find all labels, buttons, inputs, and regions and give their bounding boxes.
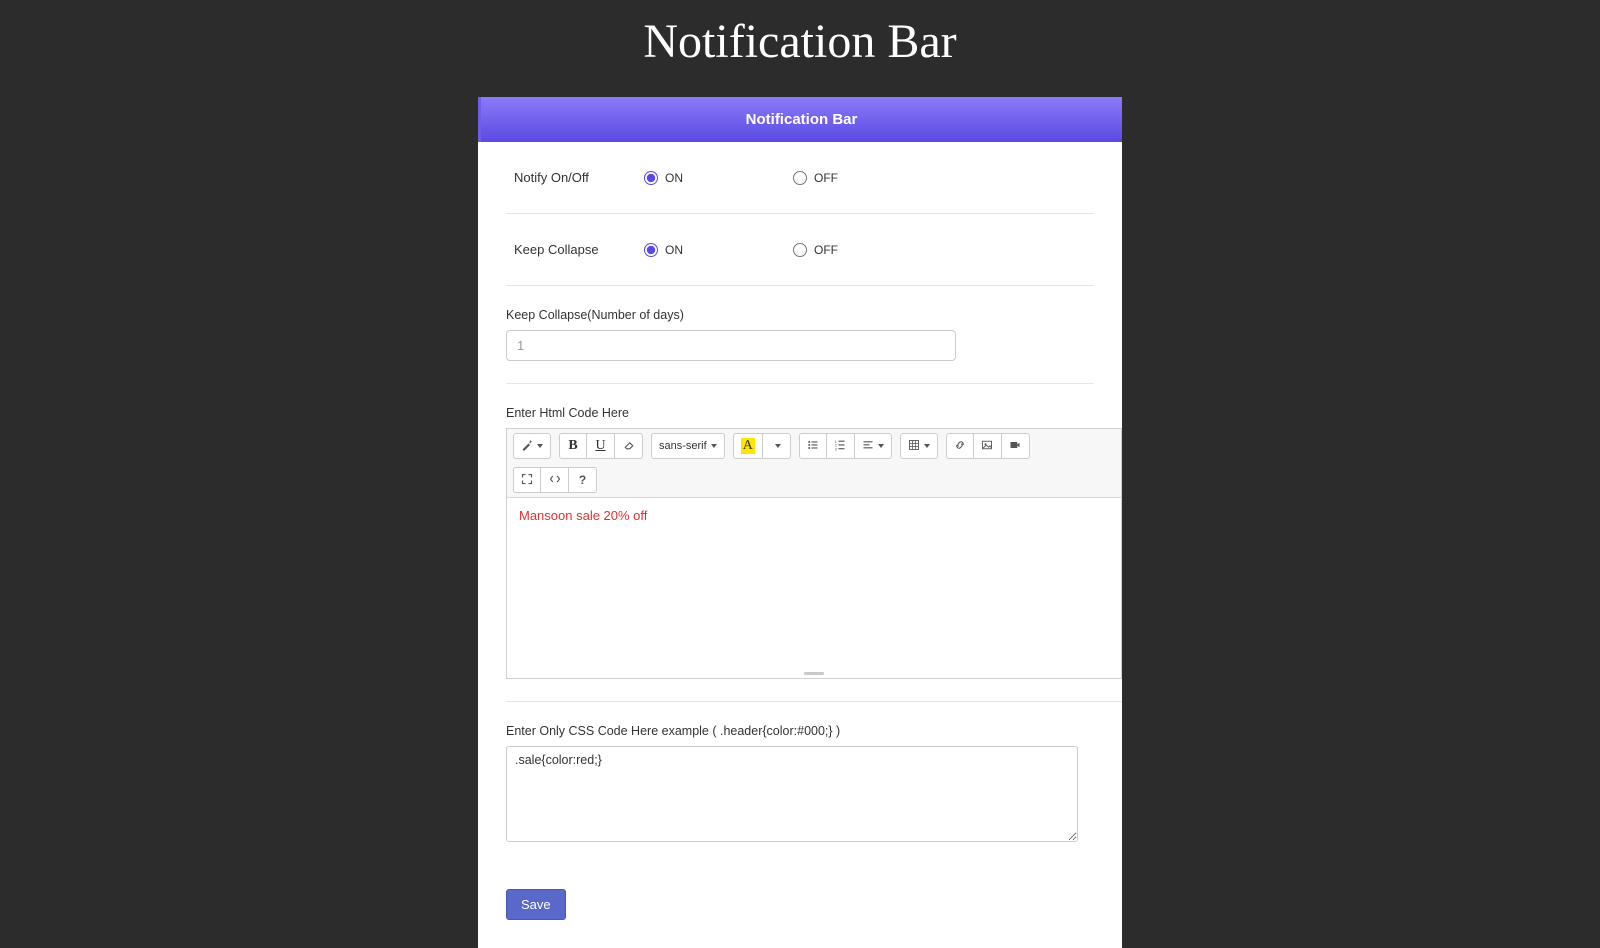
clear-format-button[interactable] bbox=[615, 433, 643, 459]
font-family-group: sans-serif bbox=[651, 433, 725, 459]
panel-body: Notify On/Off ON OFF Keep Collapse ON bbox=[478, 142, 1122, 948]
svg-text:3: 3 bbox=[835, 447, 837, 451]
notify-on-option[interactable]: ON bbox=[644, 171, 683, 185]
font-color-icon: A bbox=[741, 438, 755, 454]
notify-off-radio[interactable] bbox=[793, 171, 807, 185]
format-group: B U bbox=[559, 433, 643, 459]
eraser-icon bbox=[623, 439, 635, 454]
magic-icon bbox=[521, 439, 533, 454]
paragraph-dropdown[interactable] bbox=[855, 433, 892, 459]
caret-icon bbox=[878, 444, 884, 448]
panel-header: Notification Bar bbox=[478, 97, 1122, 142]
table-group bbox=[900, 433, 938, 459]
caret-icon bbox=[537, 444, 543, 448]
notify-off-option[interactable]: OFF bbox=[793, 171, 838, 185]
notify-on-label: ON bbox=[665, 171, 683, 185]
collapse-off-label: OFF bbox=[814, 243, 838, 257]
editor-text: Mansoon sale 20% off bbox=[519, 508, 647, 523]
help-icon: ? bbox=[579, 473, 586, 487]
notify-row: Notify On/Off ON OFF bbox=[506, 142, 1094, 214]
code-view-button[interactable] bbox=[541, 467, 569, 493]
collapse-on-label: ON bbox=[665, 243, 683, 257]
css-code-section: Enter Only CSS Code Here example ( .head… bbox=[506, 702, 1094, 869]
insert-group bbox=[946, 433, 1030, 459]
settings-panel: Notification Bar Notify On/Off ON OFF Ke… bbox=[478, 97, 1122, 948]
collapse-days-input[interactable] bbox=[506, 330, 956, 361]
help-button[interactable]: ? bbox=[569, 467, 597, 493]
font-family-value: sans-serif bbox=[659, 440, 707, 452]
collapse-on-option[interactable]: ON bbox=[644, 243, 683, 257]
bold-button[interactable]: B bbox=[559, 433, 587, 459]
caret-icon bbox=[775, 444, 781, 448]
save-button[interactable]: Save bbox=[506, 889, 566, 920]
underline-button[interactable]: U bbox=[587, 433, 615, 459]
bullet-list-button[interactable] bbox=[799, 433, 827, 459]
align-icon bbox=[862, 439, 874, 454]
collapse-days-section: Keep Collapse(Number of days) bbox=[506, 286, 1094, 384]
html-code-label: Enter Html Code Here bbox=[506, 406, 1122, 420]
editor-resize-handle[interactable] bbox=[507, 668, 1121, 678]
fullscreen-button[interactable] bbox=[513, 467, 541, 493]
editor-toolbar: B U sans-serif bbox=[507, 429, 1121, 498]
notify-radio-group: ON OFF bbox=[644, 171, 838, 185]
notify-on-radio[interactable] bbox=[644, 171, 658, 185]
font-color-more-button[interactable] bbox=[763, 433, 791, 459]
resize-handle-icon bbox=[804, 672, 824, 675]
video-icon bbox=[1009, 439, 1021, 454]
underline-icon: U bbox=[595, 438, 605, 454]
page-title: Notification Bar bbox=[0, 0, 1600, 69]
collapse-radio-group: ON OFF bbox=[644, 243, 838, 257]
collapse-off-option[interactable]: OFF bbox=[793, 243, 838, 257]
table-icon bbox=[908, 439, 920, 454]
list-group: 123 bbox=[799, 433, 892, 459]
number-list-button[interactable]: 123 bbox=[827, 433, 855, 459]
caret-icon bbox=[711, 444, 717, 448]
number-list-icon: 123 bbox=[834, 439, 846, 454]
collapse-on-radio[interactable] bbox=[644, 243, 658, 257]
video-button[interactable] bbox=[1002, 433, 1030, 459]
link-button[interactable] bbox=[946, 433, 974, 459]
code-icon bbox=[549, 473, 561, 488]
collapse-row: Keep Collapse ON OFF bbox=[506, 214, 1094, 286]
css-code-textarea[interactable] bbox=[506, 746, 1078, 842]
caret-icon bbox=[924, 444, 930, 448]
style-group bbox=[513, 433, 551, 459]
font-color-button[interactable]: A bbox=[733, 433, 763, 459]
fullscreen-icon bbox=[521, 473, 533, 488]
editor-content-area[interactable]: Mansoon sale 20% off bbox=[507, 498, 1121, 668]
table-dropdown[interactable] bbox=[900, 433, 938, 459]
collapse-label: Keep Collapse bbox=[514, 242, 644, 257]
font-family-dropdown[interactable]: sans-serif bbox=[651, 433, 725, 459]
collapse-days-label: Keep Collapse(Number of days) bbox=[506, 308, 1094, 322]
notify-label: Notify On/Off bbox=[514, 170, 644, 185]
notify-off-label: OFF bbox=[814, 171, 838, 185]
bullet-list-icon bbox=[807, 439, 819, 454]
collapse-off-radio[interactable] bbox=[793, 243, 807, 257]
image-button[interactable] bbox=[974, 433, 1002, 459]
image-icon bbox=[981, 439, 993, 454]
css-code-label: Enter Only CSS Code Here example ( .head… bbox=[506, 724, 1094, 738]
magic-style-button[interactable] bbox=[513, 433, 551, 459]
link-icon bbox=[954, 439, 966, 454]
view-group: ? bbox=[513, 467, 597, 493]
rich-text-editor: B U sans-serif bbox=[506, 428, 1122, 679]
bold-icon: B bbox=[568, 438, 577, 454]
font-color-group: A bbox=[733, 433, 791, 459]
html-editor-section: Enter Html Code Here B U bbox=[506, 384, 1122, 702]
